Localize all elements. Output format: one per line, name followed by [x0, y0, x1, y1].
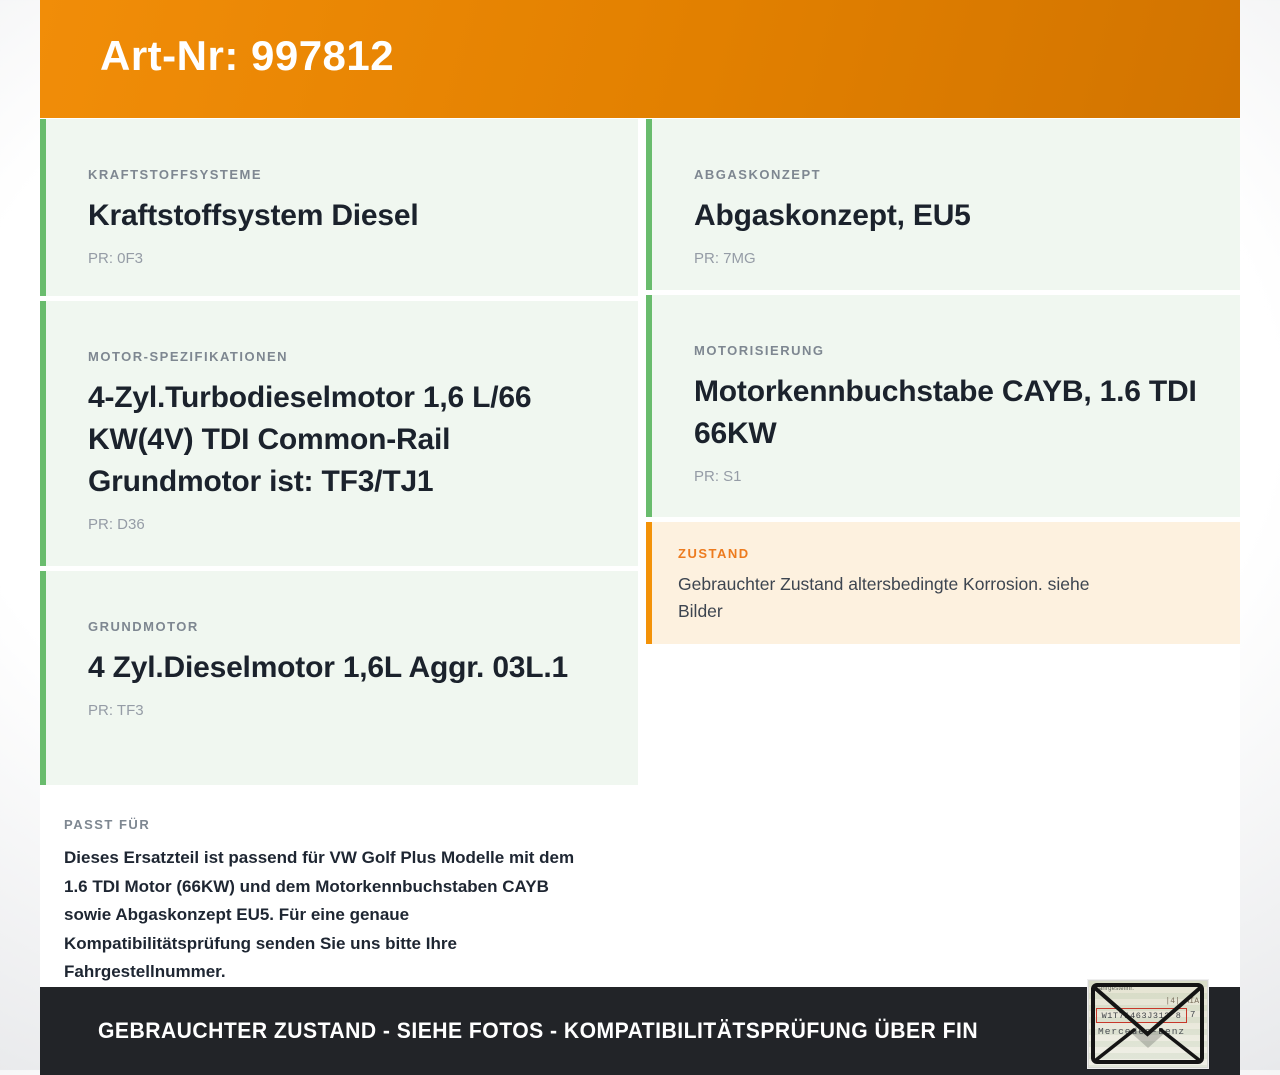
listing-page: Art-Nr: 997812 KRAFTSTOFFSYSTEME Kraftst…: [40, 0, 1240, 1075]
article-number-title: Art-Nr: 997812: [100, 32, 395, 79]
card-title: Motorkennbuchstabe CAYB, 1.6 TDI 66KW: [694, 375, 1197, 450]
card-label: MOTOR-SPEZIFIKATIONEN: [88, 349, 289, 364]
card-label: PASST FÜR: [64, 817, 151, 832]
card-passt-fuer: PASST FÜR Dieses Ersatzteil ist passend …: [40, 790, 638, 987]
card-motor-spezifikationen: MOTOR-SPEZIFIKATIONEN 4-Zyl.Turbodieselm…: [40, 301, 638, 566]
card-pr-code: PR: S1: [694, 468, 742, 485]
card-label: GRUNDMOTOR: [88, 619, 199, 634]
compatibility-text: Dieses Ersatzteil ist passend für VW Gol…: [64, 848, 575, 981]
header-bar: Art-Nr: 997812: [40, 0, 1240, 118]
card-zustand: ZUSTAND Gebrauchter Zustand altersbeding…: [646, 522, 1240, 644]
footer-notice-text: GEBRAUCHTER ZUSTAND - SIEHE FOTOS - KOMP…: [98, 1017, 979, 1043]
envelope-icon: [1091, 983, 1204, 1064]
card-title: Kraftstoffsystem Diesel: [88, 199, 419, 232]
card-label: MOTORISIERUNG: [694, 343, 825, 358]
card-label: KRAFTSTOFFSYSTEME: [88, 167, 263, 182]
footer-bar: GEBRAUCHTER ZUSTAND - SIEHE FOTOS - KOMP…: [40, 986, 1240, 1075]
card-pr-code: PR: 7MG: [694, 250, 756, 267]
card-grundmotor: GRUNDMOTOR 4 Zyl.Dieselmotor 1,6L Aggr. …: [40, 571, 638, 785]
card-label: ABGASKONZEPT: [694, 167, 822, 182]
left-column: KRAFTSTOFFSYSTEME Kraftstoffsystem Diese…: [40, 119, 638, 987]
card-title: Abgaskonzept, EU5: [694, 199, 971, 232]
card-pr-code: PR: 0F3: [88, 250, 144, 267]
card-label: ZUSTAND: [678, 546, 750, 561]
card-title: 4 Zyl.Dieselmotor 1,6L Aggr. 03L.1: [88, 651, 569, 684]
registration-document-photo: Fahrgestellnr. |4| AIA W1T71463J312 8 7 …: [1088, 980, 1208, 1068]
card-abgaskonzept: ABGASKONZEPT Abgaskonzept, EU5 PR: 7MG: [646, 119, 1240, 290]
card-kraftstoffsysteme: KRAFTSTOFFSYSTEME Kraftstoffsystem Diese…: [40, 119, 638, 296]
card-pr-code: PR: D36: [88, 516, 145, 533]
card-title: 4-Zyl.Turbodieselmotor 1,6 L/66 KW(4V) T…: [88, 381, 532, 498]
condition-text: Gebrauchter Zustand altersbedingte Korro…: [678, 574, 1090, 621]
content-area: KRAFTSTOFFSYSTEME Kraftstoffsystem Diese…: [40, 118, 1240, 987]
card-pr-code: PR: TF3: [88, 702, 144, 719]
right-column: ABGASKONZEPT Abgaskonzept, EU5 PR: 7MG M…: [646, 119, 1240, 987]
card-motorisierung: MOTORISIERUNG Motorkennbuchstabe CAYB, 1…: [646, 295, 1240, 517]
